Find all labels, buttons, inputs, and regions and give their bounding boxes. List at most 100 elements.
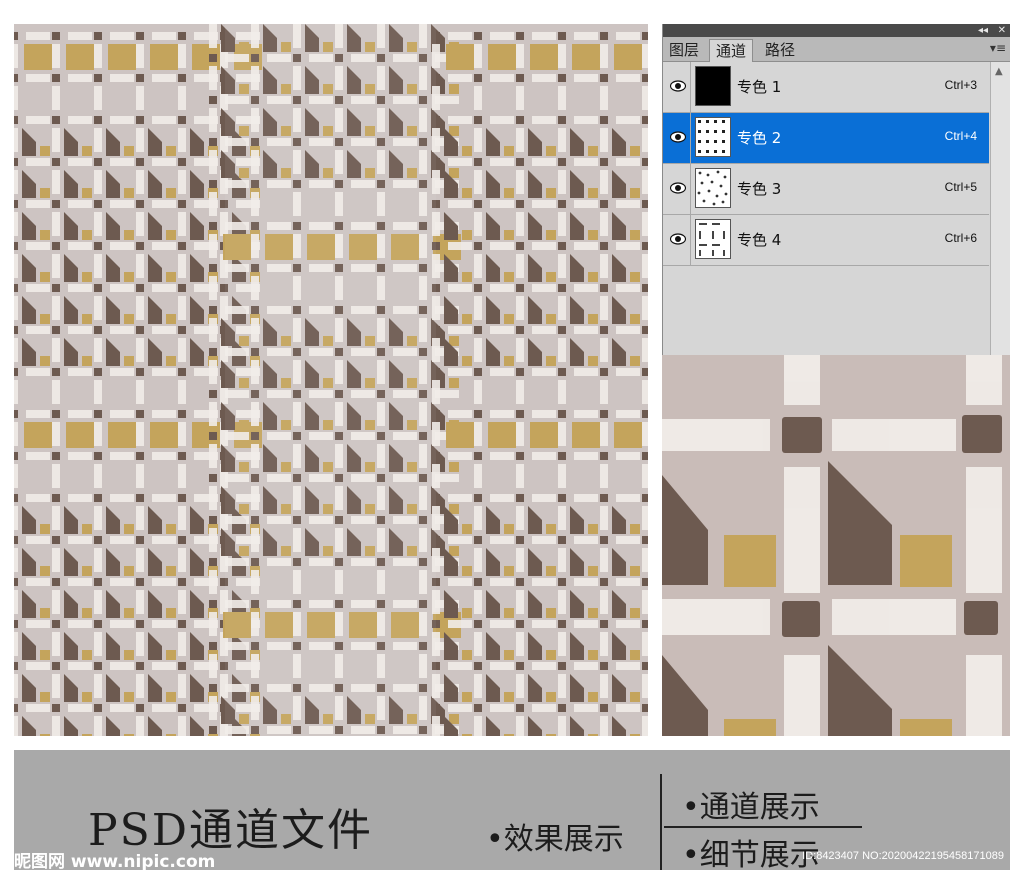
visibility-eye-icon[interactable] (665, 62, 691, 112)
visibility-eye-icon[interactable] (665, 215, 691, 265)
pattern-bar (110, 74, 134, 82)
pattern-gold-small (504, 188, 514, 198)
pattern-gold-small (588, 314, 598, 324)
pattern-dot (516, 704, 524, 712)
panel-scrollbar[interactable]: ▲ (990, 62, 1010, 355)
channel-row[interactable]: 专色 4 Ctrl+6 (663, 215, 989, 266)
pattern-dot (642, 74, 648, 82)
pattern-bar (152, 410, 176, 418)
pattern-bar (152, 284, 176, 292)
pattern-bar (152, 158, 176, 166)
pattern-bar (474, 44, 482, 68)
tab-channels[interactable]: 通道 (709, 39, 754, 62)
pattern-gold-small (462, 524, 472, 534)
close-icon[interactable]: ✕ (998, 24, 1006, 37)
pattern-trapezoid (528, 128, 542, 156)
pattern-bar (574, 158, 598, 166)
pattern-bar (94, 170, 102, 194)
pattern-bar (558, 548, 566, 572)
pattern-dot (600, 410, 608, 418)
pattern-bar (616, 32, 640, 40)
pattern-bar (110, 620, 134, 628)
pattern-trapezoid (612, 212, 626, 240)
pattern-bar (209, 66, 217, 90)
pattern-bar (558, 380, 566, 404)
pattern-trapezoid (64, 338, 78, 366)
pattern-trapezoid (190, 632, 204, 660)
pattern-gold-square (108, 422, 136, 448)
pattern-gold-small (124, 356, 134, 366)
pattern-bar (574, 200, 598, 208)
pattern-dot (474, 32, 482, 40)
tab-layers[interactable]: 图层 (663, 39, 705, 61)
pattern-trapezoid (22, 548, 36, 576)
pattern-gold-small (588, 692, 598, 702)
pattern-trapezoid (528, 632, 542, 660)
pattern-gold-small (124, 692, 134, 702)
panel-menu-icon[interactable]: ▾≡ (990, 41, 1006, 55)
pattern-bar (152, 74, 176, 82)
pattern-gold-square (446, 44, 474, 70)
channel-shortcut: Ctrl+4 (944, 129, 977, 143)
pattern-dot (600, 704, 608, 712)
pattern-gold-small (546, 692, 556, 702)
pattern-trapezoid (444, 674, 458, 702)
pattern-bar (574, 242, 598, 250)
pattern-trapezoid (612, 506, 626, 534)
visibility-eye-icon[interactable] (665, 113, 691, 163)
pattern-bar (68, 242, 92, 250)
pattern-gold-square (66, 44, 94, 70)
pattern-dot (14, 452, 18, 460)
pattern-bar (152, 200, 176, 208)
pattern-bar (448, 74, 472, 82)
scroll-up-icon[interactable]: ▲ (995, 66, 1003, 77)
pattern-gold-small (82, 188, 92, 198)
pattern-trapezoid (106, 506, 120, 534)
visibility-eye-icon[interactable] (665, 164, 691, 214)
pattern-bar (574, 284, 598, 292)
tab-paths[interactable]: 路径 (759, 39, 801, 61)
channel-row[interactable]: 专色 3 Ctrl+5 (663, 164, 989, 215)
pattern-bar (490, 452, 514, 460)
pattern-bar (14, 44, 18, 68)
pattern-trapezoid (486, 128, 500, 156)
pattern-bar (68, 158, 92, 166)
pattern-gold-small (166, 146, 176, 156)
pattern-bar (68, 578, 92, 586)
channel-row[interactable]: 专色 2 Ctrl+4 (663, 113, 989, 164)
channel-row[interactable]: 专色 1 Ctrl+3 (663, 62, 989, 113)
pattern-bar (178, 254, 186, 278)
pattern-dot (516, 368, 524, 376)
pattern-dot (94, 284, 102, 292)
pattern-bar (490, 200, 514, 208)
pattern-dot (600, 284, 608, 292)
pattern-dot (642, 326, 648, 334)
pattern-trapezoid (64, 506, 78, 534)
pattern-gold-small (504, 650, 514, 660)
pattern-dot (52, 704, 60, 712)
pattern-trapezoid (22, 296, 36, 324)
pattern-trapezoid (612, 716, 626, 736)
pattern-bar (616, 116, 640, 124)
pattern-dot (14, 536, 18, 544)
pattern-gold-small (166, 524, 176, 534)
pattern-bar (532, 242, 556, 250)
pattern-dot (14, 368, 18, 376)
pattern-dot (474, 494, 482, 502)
pattern-dot (600, 242, 608, 250)
pattern-dot (94, 704, 102, 712)
pattern-gold-small (40, 272, 50, 282)
pattern-bar (558, 170, 566, 194)
pattern-dot (209, 390, 217, 398)
pattern-dot (94, 242, 102, 250)
pattern-bar (448, 368, 472, 376)
pattern-bar (532, 410, 556, 418)
pattern-dot (136, 704, 144, 712)
pattern-dot (558, 704, 566, 712)
pattern-bar (600, 212, 608, 236)
collapse-icon[interactable]: ◂◂ (978, 24, 988, 37)
channel-shortcut: Ctrl+5 (944, 180, 977, 194)
pattern-trapezoid (148, 506, 162, 534)
pattern-dot (136, 242, 144, 250)
pattern-gold-small (82, 566, 92, 576)
